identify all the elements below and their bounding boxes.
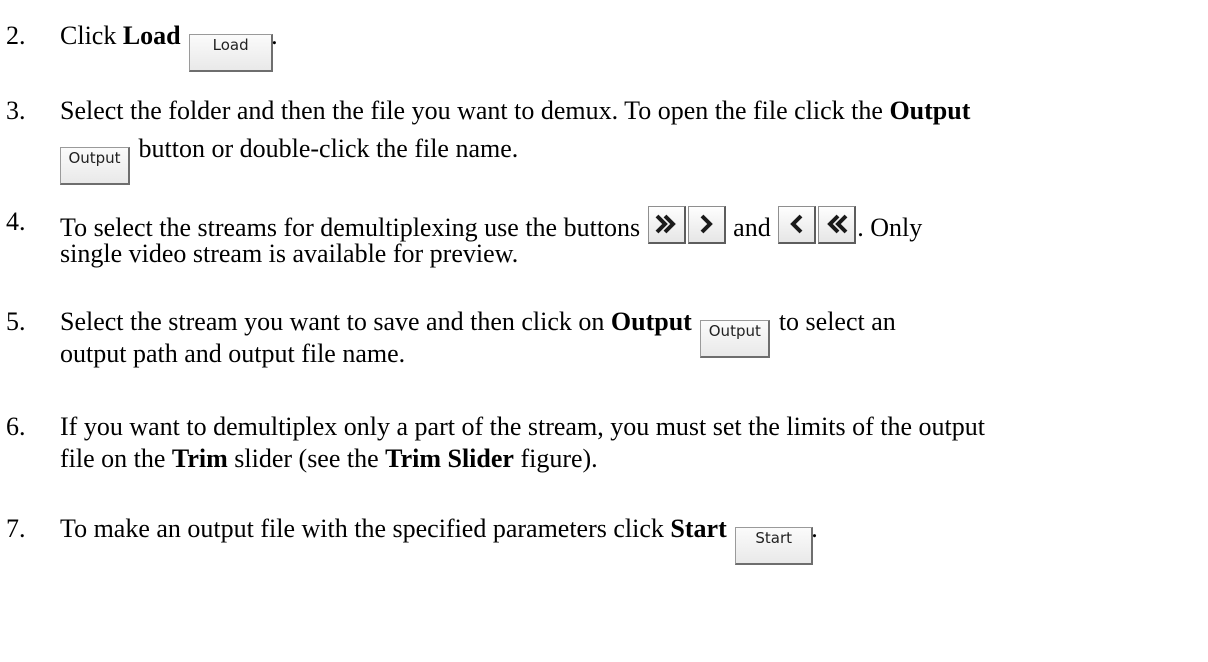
step-number: 5. <box>6 307 26 336</box>
step-text: . <box>811 514 818 543</box>
step-text: If you want to demultiplex only a part o… <box>60 412 986 441</box>
step-bold-text: Trim Slider <box>385 444 514 473</box>
output-button[interactable]: Output <box>60 147 130 185</box>
step-text: file on the <box>60 444 172 473</box>
step-text: Click <box>60 21 123 50</box>
step-text: To make an output file with the specifie… <box>60 514 671 543</box>
step-text: Select the folder and then the file you … <box>60 96 890 125</box>
step-text: . <box>271 21 278 50</box>
step-text: figure). <box>513 444 598 473</box>
step-bold-text: Load <box>122 21 181 50</box>
step-text: output path and output file name. <box>60 339 406 368</box>
step-number: 6. <box>6 412 26 441</box>
step-number: 4. <box>6 207 26 236</box>
step-text: to select an <box>772 307 896 336</box>
step-text: slider (see the <box>227 444 386 473</box>
step-text: Select the stream you want to save and t… <box>60 307 611 336</box>
step-bold-text: Output <box>889 96 971 125</box>
step-bold-text: Output <box>610 307 692 336</box>
step-bold-text: Start <box>670 514 727 543</box>
step-text: button or double-click the file name. <box>132 134 519 163</box>
step-number: 3. <box>6 96 26 125</box>
step-bold-text: Trim <box>171 444 228 473</box>
load-button[interactable]: Load <box>189 34 274 72</box>
start-button[interactable]: Start <box>735 527 814 565</box>
step-number: 2. <box>6 21 26 50</box>
step-text: single video stream is available for pre… <box>60 239 519 268</box>
step-number: 7. <box>6 514 26 543</box>
